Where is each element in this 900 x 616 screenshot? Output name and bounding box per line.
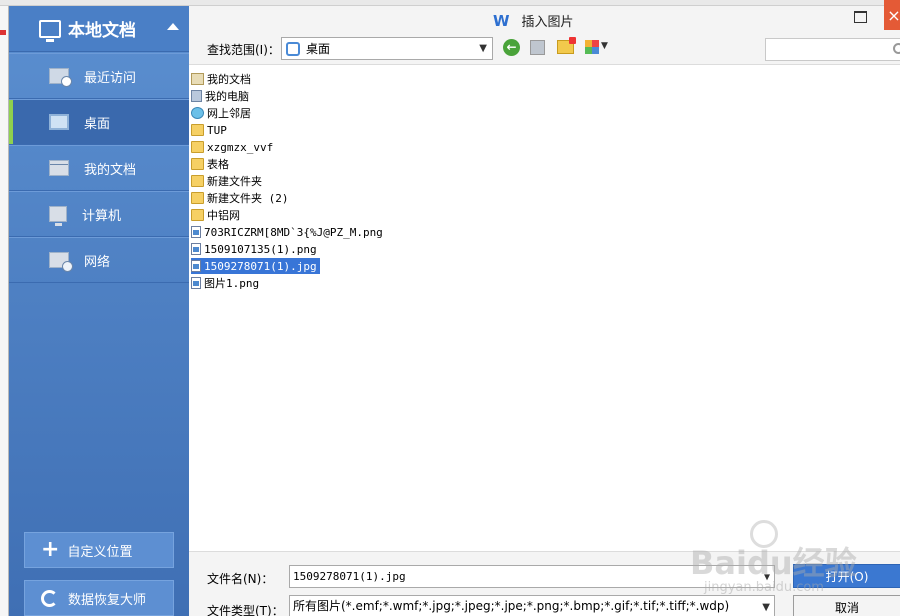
list-item-selected[interactable]: 1509278071(1).jpg (191, 258, 320, 274)
network-icon (49, 252, 73, 272)
view-menu-icon[interactable] (585, 40, 599, 54)
file-name: 我的电脑 (205, 90, 249, 103)
toolbar: 查找范围(I)： 桌面 ▼ ← ▼ (189, 34, 900, 64)
folder-icon (191, 209, 204, 221)
view-menu-chevron-icon[interactable]: ▼ (601, 41, 608, 51)
file-name: 703RICZRM[8MD`3{%J@PZ_M.png (204, 225, 383, 239)
image-file-icon (191, 260, 201, 272)
file-name: 1509278071(1).jpg (204, 259, 317, 273)
filetype-select[interactable]: 所有图片(*.emf;*.wmf;*.jpg;*.jpeg;*.jpe;*.pn… (289, 595, 775, 616)
sidebar-item-label: 我的文档 (84, 162, 137, 178)
sidebar-header[interactable]: 本地文档 (9, 6, 189, 52)
sidebar: 本地文档 最近访问 桌面 我的文档 计算机 网络 + 自定义位置 数据恢复大师 (9, 6, 189, 616)
list-item[interactable]: 新建文件夹 (2) (191, 190, 292, 206)
documents-icon (191, 73, 204, 85)
list-item[interactable]: 中铝网 (191, 207, 243, 223)
image-file-icon (191, 226, 201, 238)
sidebar-item-computer[interactable]: 计算机 (9, 191, 189, 237)
computer-icon (191, 90, 202, 102)
computer-icon (49, 206, 67, 226)
file-name: 表格 (207, 158, 229, 171)
background-mark (0, 30, 6, 35)
bottom-panel: 文件名(N)： 1509278071(1).jpg ▼ 文件类型(T)： 所有图… (189, 552, 900, 616)
title-bar: W 插入图片 × (189, 0, 900, 34)
list-item[interactable]: 网上邻居 (191, 105, 254, 121)
desktop-location-icon (286, 41, 300, 56)
search-icon (893, 43, 900, 54)
list-item[interactable]: 1509107135(1).png (191, 241, 320, 257)
custom-location-button[interactable]: + 自定义位置 (24, 532, 174, 568)
filetype-label: 文件类型(T)： (207, 604, 284, 616)
sidebar-item-label: 网络 (84, 254, 111, 270)
image-file-icon (191, 243, 201, 255)
search-input[interactable] (765, 38, 900, 61)
folder-icon (191, 175, 204, 187)
list-item[interactable]: 我的电脑 (191, 88, 252, 104)
look-in-label: 查找范围(I)： (207, 43, 280, 57)
filename-label: 文件名(N)： (207, 572, 274, 586)
insert-picture-dialog: 本地文档 最近访问 桌面 我的文档 计算机 网络 + 自定义位置 数据恢复大师 … (8, 0, 900, 616)
close-icon[interactable]: × (884, 0, 900, 30)
recovery-logo-icon (41, 589, 58, 607)
file-name: TUP (207, 123, 227, 137)
filetype-value: 所有图片(*.emf;*.wmf;*.jpg;*.jpeg;*.jpe;*.pn… (293, 599, 730, 613)
dialog-title-text: 插入图片 (521, 15, 574, 30)
folder-icon (191, 124, 204, 136)
file-name: 新建文件夹 (2) (207, 192, 289, 205)
sidebar-item-label: 桌面 (84, 116, 111, 132)
file-name: 中铝网 (207, 209, 240, 222)
plus-icon: + (41, 537, 60, 562)
documents-icon (49, 160, 69, 176)
custom-location-label: 自定义位置 (67, 544, 133, 560)
maximize-icon[interactable] (854, 11, 867, 23)
list-item[interactable]: 图片1.png (191, 275, 262, 291)
sidebar-list: 最近访问 桌面 我的文档 计算机 网络 (9, 53, 189, 283)
data-recovery-label: 数据恢复大师 (68, 592, 147, 608)
sidebar-item-network[interactable]: 网络 (9, 237, 189, 283)
monitor-icon (39, 19, 61, 42)
image-file-icon (191, 277, 201, 289)
look-in-value: 桌面 (306, 42, 331, 56)
list-item[interactable]: TUP (191, 122, 230, 138)
chevron-down-icon[interactable]: ▼ (762, 597, 770, 616)
up-folder-icon[interactable] (530, 40, 545, 55)
sidebar-item-recent[interactable]: 最近访问 (9, 53, 189, 99)
filename-value: 1509278071(1).jpg (293, 570, 406, 583)
file-name: 图片1.png (204, 277, 260, 290)
list-item[interactable]: 新建文件夹 (191, 173, 265, 189)
file-name: 我的文档 (207, 73, 251, 86)
file-name: 1509107135(1).png (204, 242, 317, 256)
list-item[interactable]: 表格 (191, 156, 232, 172)
network-icon (191, 107, 204, 119)
dialog-title: W 插入图片 (493, 11, 574, 31)
chevron-down-icon: ▼ (479, 43, 487, 54)
sidebar-item-documents[interactable]: 我的文档 (9, 145, 189, 191)
sidebar-header-label: 本地文档 (68, 21, 136, 41)
filename-input[interactable]: 1509278071(1).jpg ▼ (289, 565, 775, 588)
look-in-dropdown[interactable]: 桌面 ▼ (281, 37, 493, 60)
list-item[interactable]: xzgmzx_vvf (191, 139, 276, 155)
file-name: 网上邻居 (207, 107, 251, 120)
cancel-button[interactable]: 取消 (793, 595, 900, 616)
list-item[interactable]: 我的文档 (191, 71, 254, 87)
folder-icon (191, 141, 204, 153)
desktop-icon (49, 114, 69, 130)
open-button[interactable]: 打开(O) (793, 564, 900, 588)
list-item[interactable]: 703RICZRM[8MD`3{%J@PZ_M.png (191, 224, 386, 240)
new-folder-icon[interactable] (557, 37, 576, 54)
back-icon[interactable]: ← (503, 39, 520, 56)
recent-icon (49, 68, 72, 87)
file-list[interactable]: 我的文档 我的电脑 网上邻居 TUP xzgmzx_vvf 表格 新建文件夹 新… (189, 64, 900, 552)
sidebar-item-label: 计算机 (82, 208, 122, 224)
sidebar-item-desktop[interactable]: 桌面 (9, 99, 189, 145)
folder-icon (191, 192, 204, 204)
data-recovery-button[interactable]: 数据恢复大师 (24, 580, 174, 616)
sidebar-item-label: 最近访问 (84, 70, 137, 86)
chevron-down-icon[interactable]: ▼ (764, 567, 770, 588)
file-name: 新建文件夹 (207, 175, 262, 188)
folder-icon (191, 158, 204, 170)
collapse-caret-icon[interactable] (167, 23, 179, 30)
wps-logo-icon: W (493, 11, 510, 30)
file-name: xzgmzx_vvf (207, 140, 274, 154)
